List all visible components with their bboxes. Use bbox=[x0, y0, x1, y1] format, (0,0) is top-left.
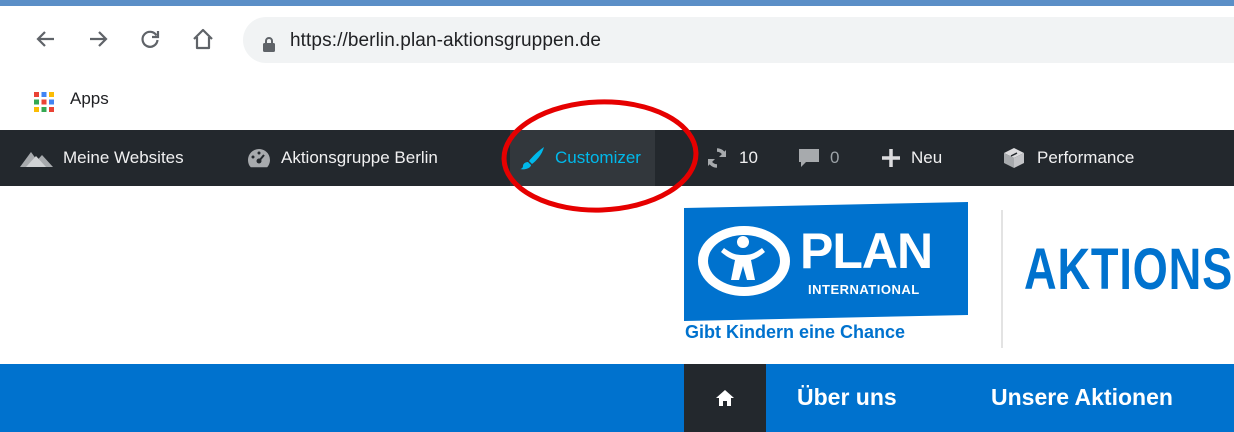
admin-bar-new-label: Neu bbox=[911, 148, 943, 167]
admin-bar-my-sites-label: Meine Websites bbox=[63, 148, 184, 167]
updates-icon bbox=[707, 148, 727, 168]
plus-icon bbox=[882, 149, 900, 167]
back-button[interactable] bbox=[29, 22, 63, 56]
url-text: https://berlin.plan-aktionsgruppen.de bbox=[290, 30, 602, 51]
admin-bar-performance-label: Performance bbox=[1037, 148, 1135, 167]
header-divider bbox=[1001, 210, 1003, 348]
forward-button[interactable] bbox=[81, 22, 115, 56]
admin-bar-updates-count: 10 bbox=[739, 148, 758, 167]
admin-bar-new[interactable]: Neu bbox=[880, 130, 942, 186]
nav-item-unsere-aktionen[interactable]: Unsere Aktionen bbox=[991, 384, 1173, 411]
wp-admin-bar: Meine Websites Aktionsgruppe Berlin Cust… bbox=[0, 130, 1234, 186]
apps-grid-icon bbox=[34, 92, 54, 112]
admin-bar-updates[interactable]: 10 bbox=[704, 130, 758, 186]
plan-logo-subtitle: INTERNATIONAL bbox=[808, 282, 920, 297]
admin-bar-customizer-label: Customizer bbox=[555, 148, 641, 167]
logo-tagline: Gibt Kindern eine Chance bbox=[685, 322, 906, 342]
admin-bar-customizer[interactable]: Customizer bbox=[510, 130, 655, 186]
admin-bar-site-name-label: Aktionsgruppe Berlin bbox=[281, 148, 438, 167]
home-icon bbox=[716, 390, 734, 406]
home-button[interactable] bbox=[186, 22, 220, 56]
nav-home[interactable] bbox=[684, 364, 766, 432]
admin-bar-performance[interactable]: Performance bbox=[1000, 130, 1134, 186]
reload-button[interactable] bbox=[133, 22, 167, 56]
comments-icon bbox=[799, 149, 819, 167]
bookmark-apps[interactable]: Apps bbox=[70, 89, 109, 109]
paintbrush-icon bbox=[520, 147, 544, 170]
plan-logo-wordmark: PLAN bbox=[800, 223, 933, 279]
lock-icon bbox=[263, 37, 275, 52]
admin-bar-my-sites[interactable]: Meine Websites bbox=[18, 130, 184, 186]
reload-icon bbox=[141, 30, 160, 48]
admin-bar-comments[interactable]: 0 bbox=[797, 130, 839, 186]
performance-icon bbox=[1004, 148, 1024, 168]
admin-bar-site-name[interactable]: Aktionsgruppe Berlin bbox=[246, 130, 438, 186]
my-sites-icon bbox=[20, 152, 53, 167]
arrow-right-icon bbox=[90, 31, 108, 47]
plan-child-emblem-icon bbox=[698, 226, 790, 296]
house-outline-icon bbox=[193, 28, 213, 50]
admin-bar-comments-count: 0 bbox=[830, 148, 840, 167]
dashboard-icon bbox=[248, 149, 270, 168]
arrow-left-icon bbox=[36, 31, 54, 47]
nav-item-ueber-uns[interactable]: Über uns bbox=[797, 384, 897, 411]
site-title: AKTIONS bbox=[1024, 237, 1234, 302]
